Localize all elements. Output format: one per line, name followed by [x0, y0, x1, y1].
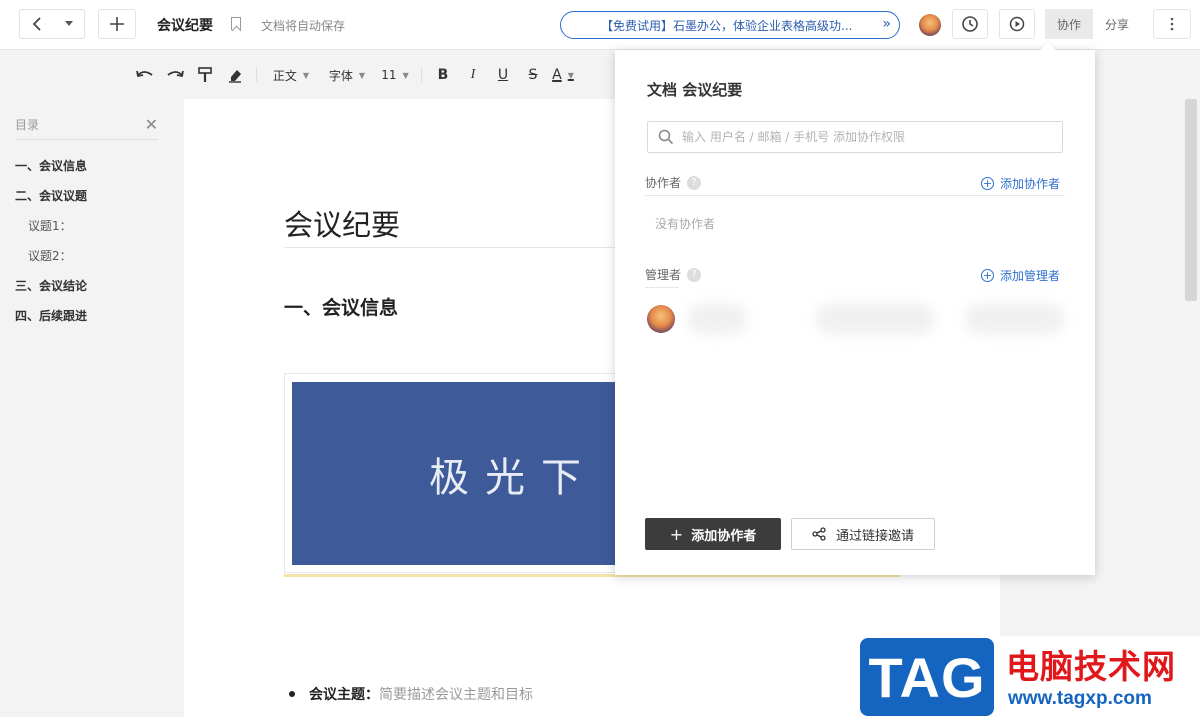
add-collaborator-button[interactable]: + 添加协作者	[645, 518, 781, 550]
section-heading[interactable]: 一、会议信息	[284, 293, 398, 320]
add-collaborator-button-label: 添加协作者	[691, 528, 757, 544]
font-family-select[interactable]: 字体 ▼	[319, 63, 375, 87]
tab-collaborate[interactable]: 协作	[1045, 9, 1093, 39]
collab-share-tabs: 协作 分享	[1045, 9, 1141, 39]
outline-header: 目录 ✕	[15, 110, 158, 140]
collaboration-popover: 文档 会议纪要 协作者 ? + 添加协作者 没有协作者 管理者 ? + 添加管理…	[615, 50, 1095, 575]
plus-icon	[110, 17, 124, 31]
outline-item[interactable]: 议题1：	[15, 211, 158, 241]
search-icon	[658, 129, 674, 145]
toolbar-divider	[421, 68, 422, 82]
play-circle-icon	[1009, 16, 1025, 32]
user-avatar[interactable]	[919, 14, 941, 36]
managers-label: 管理者	[645, 268, 682, 282]
more-menu-button[interactable]	[1153, 9, 1191, 39]
close-icon[interactable]: ✕	[145, 115, 158, 134]
font-size-label: 11	[381, 68, 397, 82]
promo-text: 【免费试用】石墨办公，体验企业表格高级功...	[601, 18, 853, 33]
collaborator-search[interactable]	[647, 121, 1063, 153]
italic-button[interactable]: I	[458, 63, 488, 87]
chevron-down-icon[interactable]	[55, 21, 84, 27]
caret-down-icon: ▼	[302, 70, 310, 80]
outline-panel: 目录 ✕ 一、会议信息 二、会议议题 议题1： 议题2： 三、会议结论 四、后续…	[15, 110, 158, 331]
plus-circle-icon: +	[980, 269, 994, 282]
collaborators-label: 协作者	[645, 176, 682, 190]
caret-down-icon: ▼	[402, 70, 409, 80]
redacted-role	[965, 304, 1065, 334]
redo-icon[interactable]	[160, 63, 190, 87]
no-collaborators-text: 没有协作者	[655, 217, 716, 231]
plus-icon: +	[669, 524, 684, 544]
bookmark-icon[interactable]	[231, 17, 241, 30]
history-button[interactable]	[952, 9, 988, 39]
paragraph-style-select[interactable]: 正文 ▼	[263, 63, 319, 87]
bold-button[interactable]: B	[428, 63, 458, 87]
outline-item[interactable]: 一、会议信息	[15, 151, 158, 181]
toolbar-divider	[256, 68, 257, 82]
font-color-label: A	[552, 67, 562, 83]
site-watermark: TAG 电脑技术网 www.tagxp.com	[858, 636, 1200, 717]
font-color-button[interactable]: A ▼	[548, 63, 578, 87]
promo-banner[interactable]: 【免费试用】石墨办公，体验企业表格高级功... »	[560, 11, 900, 39]
plus-circle-icon: +	[980, 177, 994, 190]
more-vertical-icon	[1170, 17, 1174, 31]
add-manager-link[interactable]: + 添加管理者	[980, 267, 1060, 284]
format-toolbar: 正文 ▼ 字体 ▼ 11 ▼ B I U S A ▼	[130, 62, 578, 88]
manager-avatar	[647, 305, 675, 333]
back-icon[interactable]	[20, 17, 55, 31]
outline-title: 目录	[15, 118, 40, 132]
outline-item[interactable]: 三、会议结论	[15, 271, 158, 301]
document-heading[interactable]: 会议纪要	[284, 202, 400, 244]
font-size-select[interactable]: 11 ▼	[375, 63, 415, 87]
popover-title: 文档 会议纪要	[647, 81, 743, 99]
add-collaborator-link[interactable]: + 添加协作者	[980, 175, 1060, 192]
outline-item[interactable]: 二、会议议题	[15, 181, 158, 211]
nav-history-group	[19, 9, 85, 39]
double-chevron-right-icon: »	[882, 16, 891, 32]
paragraph-style-label: 正文	[272, 68, 297, 83]
redacted-email	[815, 304, 935, 334]
underline-button[interactable]: U	[488, 63, 518, 87]
list-item[interactable]: 会议主题： 简要描述会议主题和目标	[289, 684, 533, 704]
add-manager-link-label: 添加管理者	[999, 269, 1060, 283]
managers-section-label: 管理者 ?	[645, 266, 702, 283]
search-input[interactable]	[682, 130, 1042, 144]
section-divider	[645, 195, 1065, 196]
banner-text: 极光下	[429, 454, 597, 501]
bullet-description: 简要描述会议主题和目标	[379, 687, 533, 703]
top-bar: 会议纪要 文档将自动保存 【免费试用】石墨办公，体验企业表格高级功... » 协…	[0, 0, 1200, 50]
outline-item[interactable]: 四、后续跟进	[15, 301, 158, 331]
bullet-dot	[289, 691, 295, 697]
bullet-label: 会议主题：	[309, 687, 379, 703]
scrollbar[interactable]	[1185, 99, 1197, 301]
format-painter-icon[interactable]	[190, 63, 220, 87]
caret-down-icon: ▼	[567, 70, 574, 80]
strikethrough-button[interactable]: S	[518, 63, 548, 87]
clear-format-icon[interactable]	[220, 63, 250, 87]
undo-icon[interactable]	[130, 63, 160, 87]
font-family-label: 字体	[328, 68, 353, 83]
history-icon	[962, 16, 978, 32]
tab-share[interactable]: 分享	[1093, 9, 1141, 39]
redacted-name	[687, 304, 747, 334]
watermark-logo: TAG	[860, 638, 994, 716]
present-button[interactable]	[999, 9, 1035, 39]
new-document-button[interactable]	[98, 9, 136, 39]
invite-by-link-button[interactable]: 通过链接邀请	[791, 518, 935, 550]
watermark-url: www.tagxp.com	[1008, 688, 1152, 709]
autosave-status: 文档将自动保存	[261, 19, 346, 33]
watermark-site-name: 电脑技术网	[1006, 647, 1176, 686]
add-collaborator-link-label: 添加协作者	[999, 177, 1060, 191]
document-title[interactable]: 会议纪要	[157, 15, 213, 35]
outline-item[interactable]: 议题2：	[15, 241, 158, 271]
help-icon[interactable]: ?	[687, 267, 702, 282]
collaborators-section-label: 协作者 ?	[645, 174, 702, 191]
help-icon[interactable]: ?	[687, 175, 702, 190]
share-icon	[812, 527, 826, 541]
section-divider	[645, 287, 679, 288]
caret-down-icon: ▼	[358, 70, 366, 80]
invite-by-link-label: 通过链接邀请	[835, 528, 914, 544]
